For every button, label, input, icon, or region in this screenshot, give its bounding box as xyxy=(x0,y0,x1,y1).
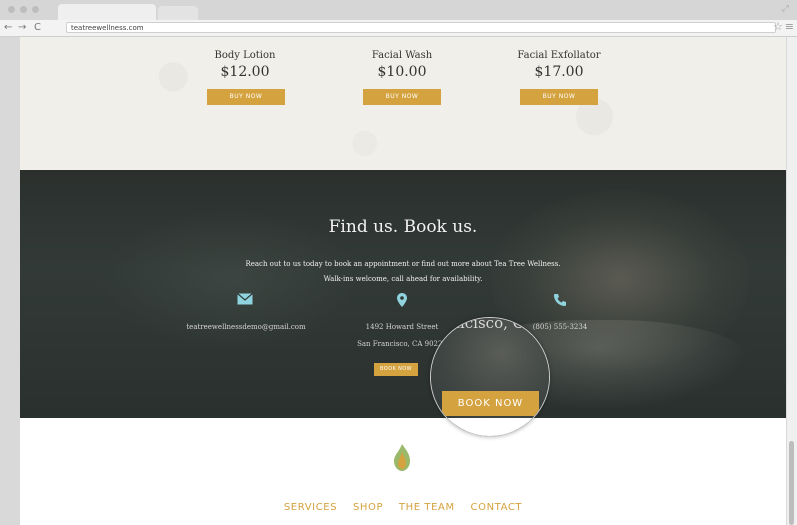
footer-nav-the-team[interactable]: THE TEAM xyxy=(399,502,455,513)
product-name: Facial Exfollator xyxy=(517,50,601,61)
close-window-button[interactable] xyxy=(8,6,15,13)
buy-now-button[interactable]: BUY NOW xyxy=(363,89,441,105)
book-now-button[interactable]: BOOK NOW xyxy=(374,363,418,376)
contact-email[interactable]: teatreewellnessdemo@gmail.com xyxy=(156,323,336,331)
product-body-lotion: Body Lotion $12.00 xyxy=(185,49,305,81)
minimize-window-button[interactable] xyxy=(20,6,27,13)
page-viewport: Body Lotion $12.00 BUY NOW Facial Wash $… xyxy=(20,37,786,525)
browser-menu-icon[interactable]: ≡ xyxy=(785,20,794,33)
section-description: Reach out to us today to book an appoint… xyxy=(245,260,561,268)
magnified-book-now-button[interactable]: BOOK NOW xyxy=(442,391,539,416)
phone-icon xyxy=(550,293,570,310)
leaf-flame-logo[interactable] xyxy=(392,444,412,472)
products-section: Body Lotion $12.00 BUY NOW Facial Wash $… xyxy=(20,37,786,170)
footer: SERVICES SHOP THE TEAM CONTACT xyxy=(20,418,786,525)
envelope-icon xyxy=(235,293,255,308)
footer-nav-services[interactable]: SERVICES xyxy=(284,502,337,513)
product-facial-exfoliator: Facial Exfollator $17.00 xyxy=(499,49,619,81)
browser-navbar: ← → C teatreewellness.com ☆ ≡ xyxy=(0,20,797,36)
map-pin-icon xyxy=(392,293,412,310)
product-name: Facial Wash xyxy=(371,50,433,61)
maximize-window-button[interactable] xyxy=(32,6,39,13)
tab-strip: ⤢ xyxy=(0,0,797,20)
section-title: Find us. Book us. xyxy=(328,217,478,237)
window-controls xyxy=(8,6,39,13)
product-price: $12.00 xyxy=(220,64,270,80)
product-price: $17.00 xyxy=(534,64,584,80)
section-subdescription: Walk-ins welcome, call ahead for availab… xyxy=(323,275,483,283)
browser-tab-active[interactable] xyxy=(58,4,156,20)
fullscreen-icon[interactable]: ⤢ xyxy=(782,4,789,14)
browser-chrome: ⤢ ← → C teatreewellness.com ☆ ≡ xyxy=(0,0,797,37)
magnified-address-text: rancisco, CA xyxy=(439,317,535,332)
footer-nav-contact[interactable]: CONTACT xyxy=(471,502,523,513)
contact-section: Find us. Book us. Reach out to us today … xyxy=(20,170,786,418)
page-scrollbar[interactable] xyxy=(787,37,797,525)
footer-nav: SERVICES SHOP THE TEAM CONTACT xyxy=(20,502,786,513)
buy-now-button[interactable]: BUY NOW xyxy=(520,89,598,105)
footer-nav-shop[interactable]: SHOP xyxy=(353,502,383,513)
new-tab-button[interactable] xyxy=(158,6,198,20)
forward-arrow-icon[interactable]: → xyxy=(18,22,26,33)
magnified-footer-area xyxy=(431,418,549,436)
product-facial-wash: Facial Wash $10.00 xyxy=(342,49,462,81)
product-name: Body Lotion xyxy=(214,50,276,61)
reload-icon[interactable]: C xyxy=(34,22,41,33)
product-price: $10.00 xyxy=(377,64,427,80)
magnifier-callout: rancisco, CA BOOK NOW xyxy=(430,317,550,437)
scrollbar-thumb[interactable] xyxy=(789,441,794,525)
address-bar[interactable]: teatreewellness.com xyxy=(66,22,776,33)
back-arrow-icon[interactable]: ← xyxy=(4,22,12,33)
buy-now-button[interactable]: BUY NOW xyxy=(207,89,285,105)
bookmark-star-icon[interactable]: ☆ xyxy=(773,20,783,33)
